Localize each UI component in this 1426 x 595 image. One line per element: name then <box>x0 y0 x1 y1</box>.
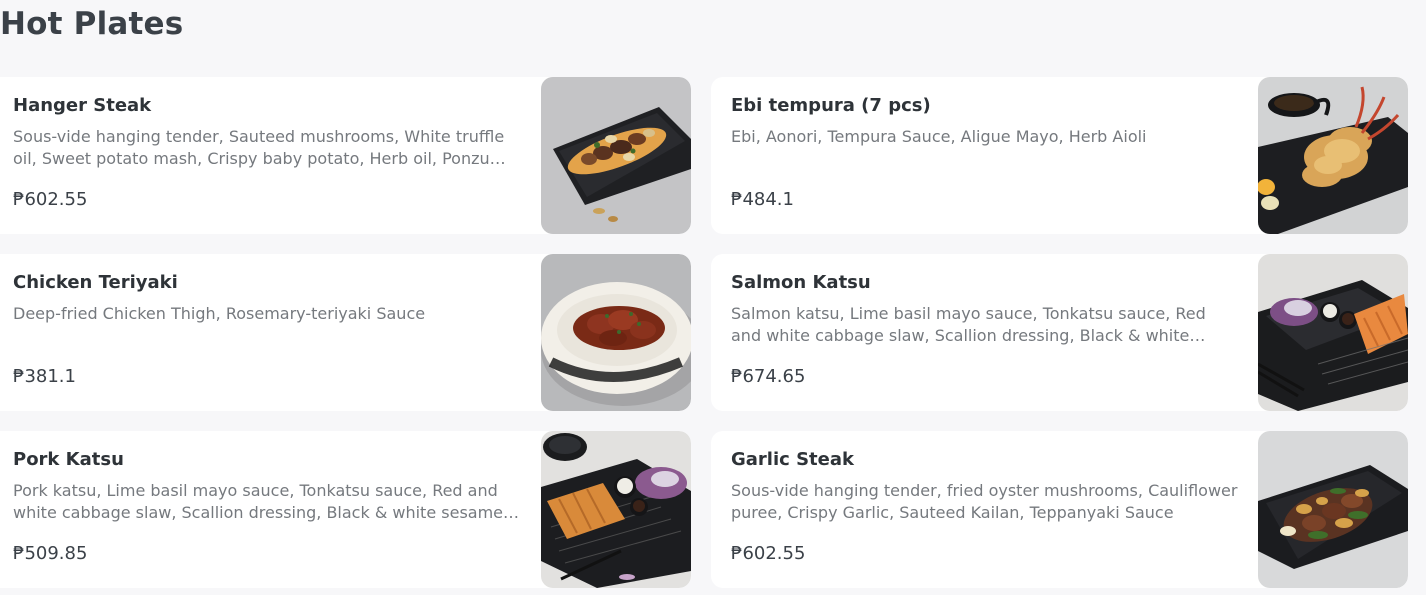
dish-price: ₱602.55 <box>13 189 88 210</box>
teriyaki-bowl-photo[interactable] <box>541 254 691 411</box>
steak-plate-photo[interactable] <box>541 77 691 234</box>
garlic-steak-plate-photo[interactable] <box>1258 431 1408 588</box>
dish-price: ₱602.55 <box>731 543 806 564</box>
menu-grid: Hanger Steak Sous-vide hanging tender, S… <box>0 77 1408 588</box>
dish-price: ₱674.65 <box>731 366 806 387</box>
dish-name: Hanger Steak <box>13 95 152 116</box>
tempura-plate-photo[interactable] <box>1258 77 1408 234</box>
menu-item-card[interactable]: Ebi tempura (7 pcs) Ebi, Aonori, Tempura… <box>711 77 1408 234</box>
menu-item-card[interactable]: Salmon Katsu Salmon katsu, Lime basil ma… <box>711 254 1408 411</box>
dish-price: ₱509.85 <box>13 543 88 564</box>
section-title: Hot Plates <box>0 6 184 42</box>
menu-item-card[interactable]: Garlic Steak Sous-vide hanging tender, f… <box>711 431 1408 588</box>
menu-item-text: Hanger Steak Sous-vide hanging tender, S… <box>13 94 523 170</box>
dish-description: Deep-fried Chicken Thigh, Rosemary-teriy… <box>13 304 426 323</box>
dish-description: Sous-vide hanging tender, Sauteed mushro… <box>13 127 505 168</box>
dish-description: Ebi, Aonori, Tempura Sauce, Aligue Mayo,… <box>731 127 1147 146</box>
dish-description: Pork katsu, Lime basil mayo sauce, Tonka… <box>13 481 504 522</box>
menu-item-text: Chicken Teriyaki Deep-fried Chicken Thig… <box>13 271 523 347</box>
dish-name: Salmon Katsu <box>731 272 871 293</box>
dish-price: ₱381.1 <box>13 366 76 387</box>
dish-name: Ebi tempura (7 pcs) <box>731 95 931 116</box>
dish-name: Chicken Teriyaki <box>13 272 178 293</box>
dish-name: Garlic Steak <box>731 449 854 470</box>
menu-item-card[interactable]: Chicken Teriyaki Deep-fried Chicken Thig… <box>0 254 691 411</box>
dish-description: Sous-vide hanging tender, fried oyster m… <box>731 481 1238 522</box>
menu-item-text: Salmon Katsu Salmon katsu, Lime basil ma… <box>731 271 1240 347</box>
menu-item-text: Pork Katsu Pork katsu, Lime basil mayo s… <box>13 448 523 524</box>
dish-name: Pork Katsu <box>13 449 124 470</box>
dish-description: Salmon katsu, Lime basil mayo sauce, Ton… <box>731 304 1206 345</box>
menu-item-card[interactable]: Pork Katsu Pork katsu, Lime basil mayo s… <box>0 431 691 588</box>
menu-item-text: Garlic Steak Sous-vide hanging tender, f… <box>731 448 1240 524</box>
dish-price: ₱484.1 <box>731 189 794 210</box>
menu-item-text: Ebi tempura (7 pcs) Ebi, Aonori, Tempura… <box>731 94 1240 170</box>
menu-item-card[interactable]: Hanger Steak Sous-vide hanging tender, S… <box>0 77 691 234</box>
pork-katsu-tray-photo[interactable] <box>541 431 691 588</box>
salmon-katsu-tray-photo[interactable] <box>1258 254 1408 411</box>
